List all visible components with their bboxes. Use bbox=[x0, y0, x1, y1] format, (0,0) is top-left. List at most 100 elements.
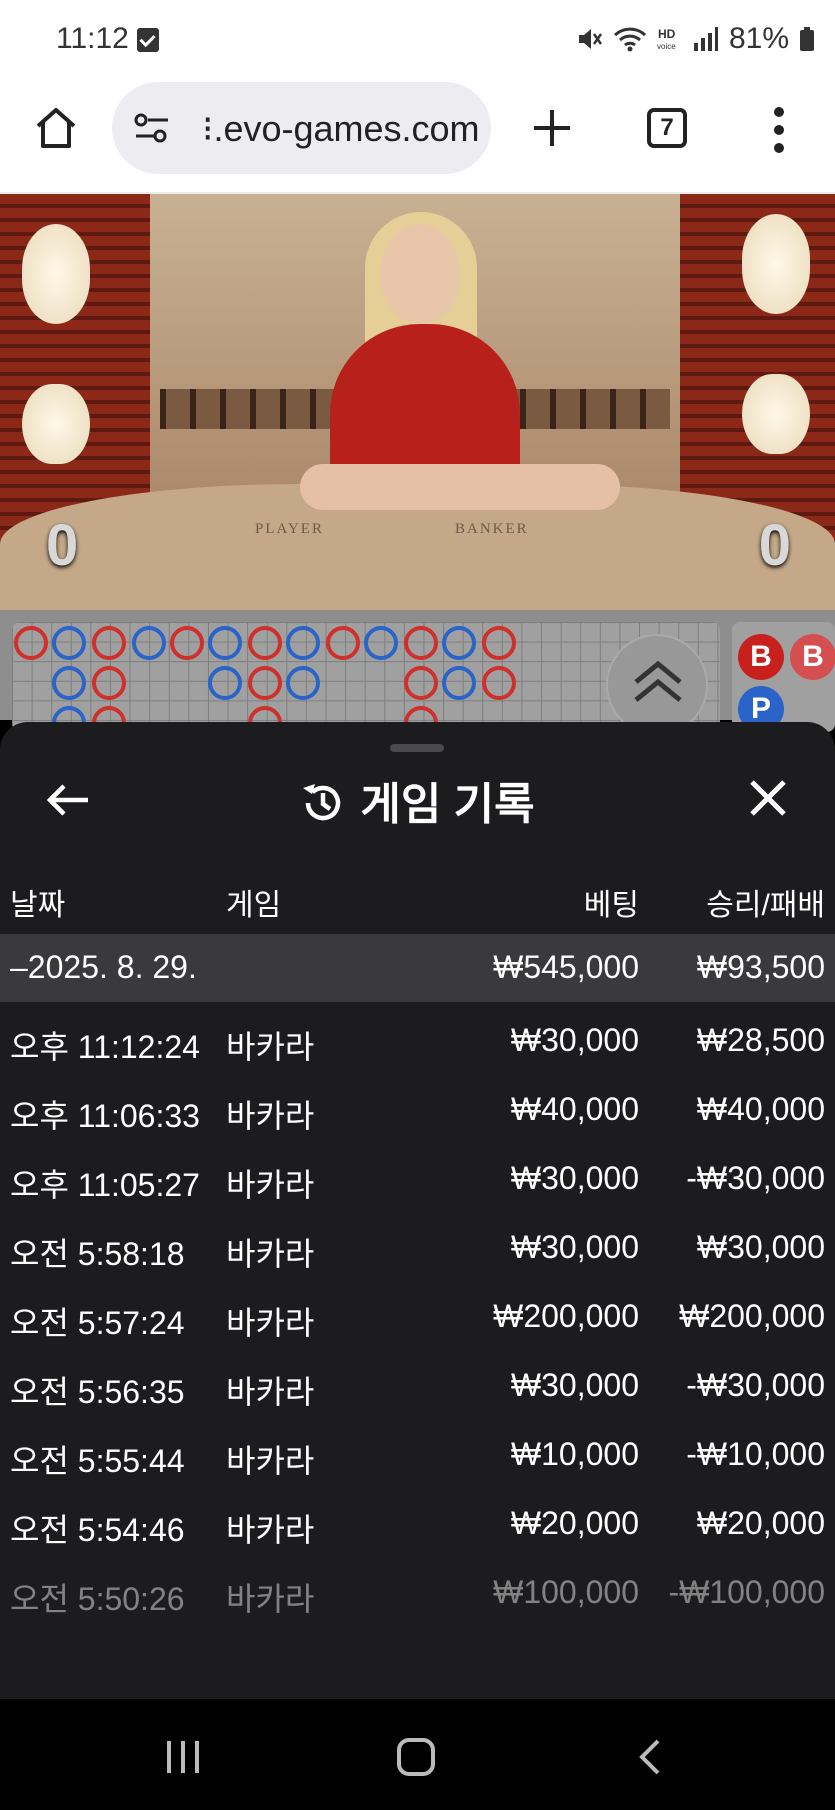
banker-mark bbox=[92, 626, 126, 660]
history-row[interactable]: 오전 5:54:46 바카라 ₩20,000 ₩20,000 bbox=[0, 1491, 835, 1559]
row-game: 바카라 bbox=[226, 1374, 315, 1410]
history-icon bbox=[303, 784, 341, 821]
row-game: 바카라 bbox=[226, 1512, 315, 1548]
player-mark bbox=[208, 626, 242, 660]
chevron-double-up-icon bbox=[634, 660, 682, 702]
url-text: ⁝.evo-games.com bbox=[202, 108, 480, 149]
row-bet: ₩30,000 bbox=[510, 1367, 639, 1403]
row-time: 오전 5:55:44 bbox=[10, 1443, 185, 1479]
lantern-image bbox=[22, 384, 90, 464]
player-mark bbox=[364, 626, 398, 660]
history-row[interactable]: 오후 11:05:27 바카라 ₩30,000 -₩30,000 bbox=[0, 1146, 835, 1214]
lantern-image bbox=[742, 214, 810, 314]
row-bet: ₩30,000 bbox=[510, 1229, 639, 1265]
tab-switcher-button[interactable]: 7 bbox=[647, 108, 687, 148]
row-result: -₩100,000 bbox=[668, 1574, 825, 1610]
date-group-row[interactable]: –2025. 8. 29. ₩545,000 ₩93,500 bbox=[0, 934, 835, 1002]
history-row[interactable]: 오전 5:58:18 바카라 ₩30,000 ₩30,000 bbox=[0, 1215, 835, 1283]
banker-mark bbox=[248, 666, 282, 700]
player-mark bbox=[52, 666, 86, 700]
row-time: 오전 5:56:35 bbox=[10, 1374, 185, 1410]
svg-text:HD: HD bbox=[658, 27, 676, 41]
hd-voice-icon: HDvoice bbox=[657, 27, 676, 51]
row-result: -₩10,000 bbox=[686, 1436, 825, 1472]
banker-mark bbox=[170, 626, 204, 660]
row-result: ₩40,000 bbox=[696, 1091, 825, 1127]
row-game: 바카라 bbox=[226, 1236, 315, 1272]
home-icon[interactable] bbox=[32, 104, 80, 152]
system-navigation-bar bbox=[0, 1699, 835, 1810]
player-mark bbox=[52, 626, 86, 660]
checkbox-notification-icon bbox=[137, 28, 159, 52]
row-bet: ₩100,000 bbox=[493, 1574, 639, 1610]
row-game: 바카라 bbox=[226, 1581, 315, 1617]
row-bet: ₩20,000 bbox=[510, 1505, 639, 1541]
row-bet: ₩40,000 bbox=[510, 1091, 639, 1127]
panel-title: 게임 기록 bbox=[0, 768, 835, 832]
column-date: 날짜 bbox=[10, 889, 66, 922]
column-game: 게임 bbox=[226, 889, 282, 922]
row-bet: ₩200,000 bbox=[493, 1298, 639, 1334]
history-row[interactable]: 오전 5:56:35 바카라 ₩30,000 -₩30,000 bbox=[0, 1353, 835, 1421]
row-game: 바카라 bbox=[226, 1443, 315, 1479]
roadmap-area: B B P bbox=[0, 610, 835, 740]
history-row[interactable]: 오전 5:57:24 바카라 ₩200,000 ₩200,000 bbox=[0, 1284, 835, 1352]
wifi-icon bbox=[613, 27, 646, 52]
battery-icon bbox=[800, 27, 814, 51]
table-header: 날짜 게임 베팅 승리/패배 bbox=[0, 870, 835, 926]
row-bet: ₩10,000 bbox=[510, 1436, 639, 1472]
row-result: ₩20,000 bbox=[696, 1505, 825, 1541]
url-field[interactable]: ⁝.evo-games.com bbox=[112, 82, 491, 174]
bet-predictor[interactable]: B B P bbox=[732, 622, 835, 732]
banker-mark bbox=[92, 666, 126, 700]
player-mark bbox=[208, 666, 242, 700]
history-row[interactable]: 오후 11:12:24 바카라 ₩30,000 ₩28,500 bbox=[0, 1008, 835, 1076]
battery-percent: 81% bbox=[728, 22, 789, 55]
home-nav-icon[interactable] bbox=[396, 1737, 436, 1777]
banker-mark bbox=[404, 626, 438, 660]
browser-toolbar: ⁝.evo-games.com 7 bbox=[0, 82, 835, 194]
table-banker-label: BANKER bbox=[455, 521, 529, 537]
group-result-total: ₩93,500 bbox=[696, 949, 825, 985]
signal-icon bbox=[693, 27, 718, 51]
lantern-image bbox=[742, 374, 810, 454]
banker-mark bbox=[482, 666, 516, 700]
row-game: 바카라 bbox=[226, 1098, 315, 1134]
row-time: 오전 5:50:26 bbox=[10, 1581, 185, 1617]
row-game: 바카라 bbox=[226, 1305, 315, 1341]
banker-predict-button-2[interactable]: B bbox=[790, 634, 835, 680]
table-player-label: PLAYER bbox=[255, 521, 324, 537]
player-mark bbox=[442, 666, 476, 700]
banker-predict-button[interactable]: B bbox=[738, 634, 784, 680]
player-mark bbox=[442, 626, 476, 660]
close-icon[interactable] bbox=[744, 774, 792, 822]
svg-text:voice: voice bbox=[657, 42, 676, 51]
banker-mark bbox=[326, 626, 360, 660]
row-result: ₩200,000 bbox=[679, 1298, 825, 1334]
row-game: 바카라 bbox=[226, 1167, 315, 1203]
row-bet: ₩30,000 bbox=[510, 1160, 639, 1196]
status-time: 11:12 bbox=[56, 22, 129, 55]
recent-apps-icon[interactable] bbox=[164, 1737, 202, 1777]
row-time: 오전 5:58:18 bbox=[10, 1236, 185, 1272]
row-time: 오전 5:57:24 bbox=[10, 1305, 185, 1341]
row-result: ₩30,000 bbox=[696, 1229, 825, 1265]
column-result: 승리/패배 bbox=[706, 889, 825, 922]
more-menu-icon[interactable] bbox=[771, 106, 787, 154]
back-nav-icon[interactable] bbox=[636, 1737, 664, 1777]
history-row[interactable]: 오후 11:06:33 바카라 ₩40,000 ₩40,000 bbox=[0, 1077, 835, 1145]
group-date: –2025. 8. 29. bbox=[10, 949, 197, 985]
dealer-arms bbox=[300, 464, 620, 510]
drag-handle[interactable] bbox=[390, 744, 444, 752]
row-time: 오후 11:06:33 bbox=[10, 1098, 200, 1134]
history-row[interactable]: 오전 5:50:26 바카라 ₩100,000 -₩100,000 bbox=[0, 1560, 835, 1628]
history-row[interactable]: 오전 5:55:44 바카라 ₩10,000 -₩10,000 bbox=[0, 1422, 835, 1490]
game-history-panel: 게임 기록 날짜 게임 베팅 승리/패배 –2025. 8. 29. ₩545,… bbox=[0, 722, 835, 1699]
banker-score: 0 bbox=[758, 513, 791, 578]
new-tab-icon[interactable] bbox=[528, 104, 576, 152]
row-result: ₩28,500 bbox=[696, 1022, 825, 1058]
row-time: 오전 5:54:46 bbox=[10, 1512, 185, 1548]
site-settings-icon[interactable] bbox=[132, 112, 172, 144]
expand-roadmap-button[interactable] bbox=[606, 634, 708, 736]
status-icons: HD voice 81% bbox=[575, 22, 815, 56]
